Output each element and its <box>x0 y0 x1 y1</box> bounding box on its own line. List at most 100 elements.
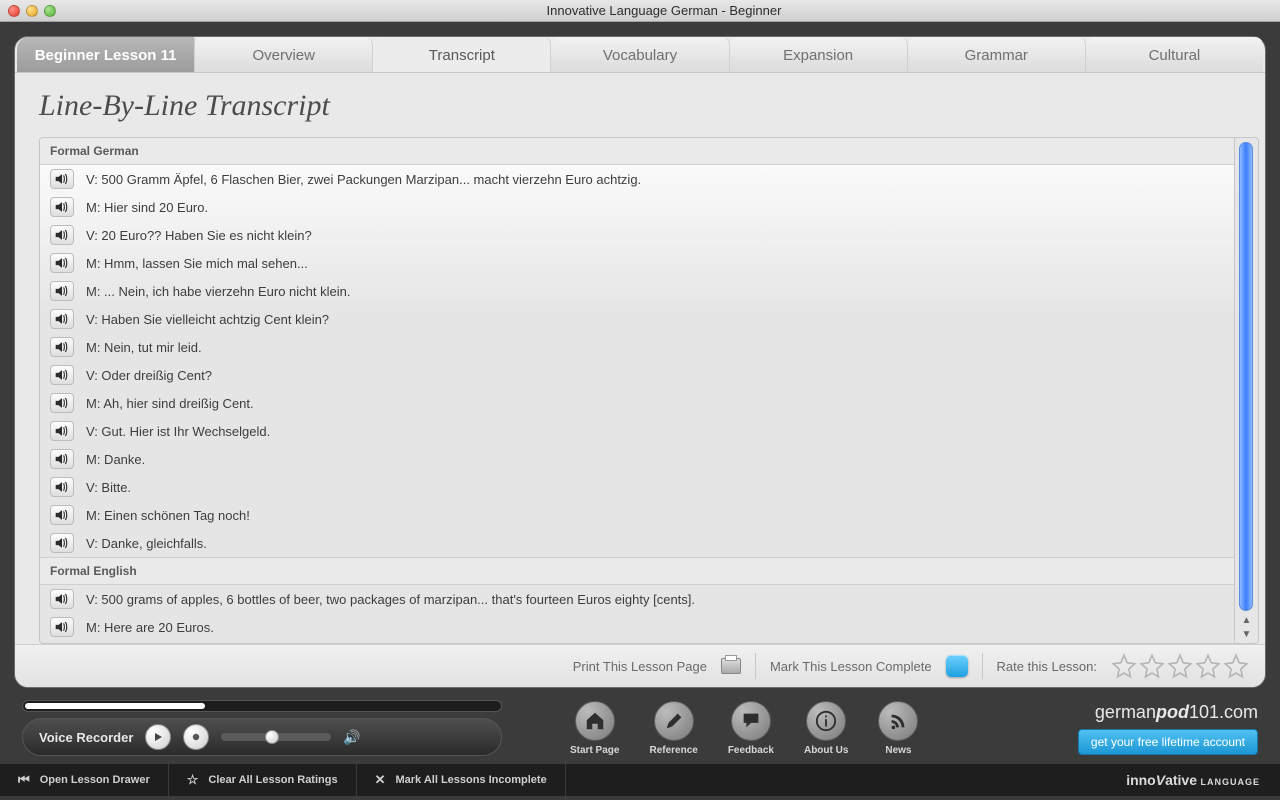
play-line-audio-button[interactable] <box>50 393 74 413</box>
scroll-down-arrow[interactable]: ▼ <box>1235 629 1258 643</box>
mark-complete-link[interactable]: Mark This Lesson Complete <box>770 659 932 674</box>
open-lesson-drawer-button[interactable]: ⏮ Open Lesson Drawer <box>0 764 169 796</box>
play-line-audio-button[interactable] <box>50 589 74 609</box>
nav-start-page[interactable]: Start Page <box>570 701 619 756</box>
play-line-audio-button[interactable] <box>50 421 74 441</box>
nav-label: News <box>885 745 911 756</box>
promo-domain: germanpod101.com <box>1095 702 1258 723</box>
tab-expansion[interactable]: Expansion <box>730 37 908 72</box>
nav-about-us[interactable]: About Us <box>804 701 848 756</box>
promo-cta-button[interactable]: get your free lifetime account <box>1078 729 1258 755</box>
play-line-audio-button[interactable] <box>50 337 74 357</box>
play-line-audio-button[interactable] <box>50 309 74 329</box>
star-2[interactable] <box>1139 653 1165 679</box>
nav-label: About Us <box>804 745 848 756</box>
transcript-line: V: Gut. Hier ist Ihr Wechselgeld. <box>40 417 1234 445</box>
pen-icon <box>654 701 694 741</box>
transcript-line-text: M: Einen schönen Tag noch! <box>86 508 250 523</box>
transcript-line: M: Hmm, lassen Sie mich mal sehen... <box>40 249 1234 277</box>
mark-incomplete-button[interactable]: ✕ Mark All Lessons Incomplete <box>357 764 566 796</box>
tab-cultural[interactable]: Cultural <box>1086 37 1263 72</box>
divider <box>982 653 983 679</box>
player-footer: Voice Recorder 🔊 Start Page Reference Feed… <box>0 692 1280 764</box>
play-line-audio-button[interactable] <box>50 197 74 217</box>
star-3[interactable] <box>1167 653 1193 679</box>
info-icon <box>806 701 846 741</box>
transcript-line: V: 20 Euro?? Haben Sie es nicht klein? <box>40 221 1234 249</box>
print-lesson-link[interactable]: Print This Lesson Page <box>573 659 707 674</box>
zoom-window-button[interactable] <box>44 5 56 17</box>
minimize-window-button[interactable] <box>26 5 38 17</box>
transcript-line: M: Ah, hier sind dreißig Cent. <box>40 389 1234 417</box>
play-line-audio-button[interactable] <box>50 477 74 497</box>
drawer-icon: ⏮ <box>18 772 30 788</box>
mark-complete-checkbox[interactable] <box>946 655 968 677</box>
nav-label: Reference <box>649 745 697 756</box>
transcript-line: V: Danke, gleichfalls. <box>40 529 1234 557</box>
audio-seek-fill <box>25 703 205 709</box>
transcript-line: M: ... Nein, ich habe vierzehn Euro nich… <box>40 277 1234 305</box>
transcript-line: M: Hier sind 20 Euro. <box>40 193 1234 221</box>
play-line-audio-button[interactable] <box>50 365 74 385</box>
tab-vocabulary[interactable]: Vocabulary <box>551 37 729 72</box>
scroll-up-arrow[interactable]: ▲ <box>1235 615 1258 629</box>
transcript-body[interactable]: Formal GermanV: 500 Gramm Äpfel, 6 Flasc… <box>39 137 1235 644</box>
voice-recorder-group: Voice Recorder 🔊 <box>22 700 502 756</box>
transcript-line-text: V: Gut. Hier ist Ihr Wechselgeld. <box>86 424 270 439</box>
transcript-line: M: Here are 20 Euros. <box>40 613 1234 641</box>
tab-grammar[interactable]: Grammar <box>908 37 1086 72</box>
scrollbar-thumb[interactable] <box>1239 142 1253 611</box>
play-line-audio-button[interactable] <box>50 505 74 525</box>
play-line-audio-button[interactable] <box>50 281 74 301</box>
rss-icon <box>878 701 918 741</box>
volume-icon: 🔊 <box>343 729 360 746</box>
play-line-audio-button[interactable] <box>50 225 74 245</box>
transcript-line-text: M: Nein, tut mir leid. <box>86 340 202 355</box>
audio-seek-bar[interactable] <box>22 700 502 712</box>
star-4[interactable] <box>1195 653 1221 679</box>
transcript-line-text: M: Hier sind 20 Euro. <box>86 200 208 215</box>
divider <box>755 653 756 679</box>
transcript-line: V: Haben Sie vielleicht achtzig Cent kle… <box>40 305 1234 333</box>
play-line-audio-button[interactable] <box>50 449 74 469</box>
tab-transcript[interactable]: Transcript <box>373 37 551 72</box>
rate-lesson-label: Rate this Lesson: <box>997 659 1097 674</box>
tab-overview[interactable]: Overview <box>195 37 373 72</box>
play-line-audio-button[interactable] <box>50 253 74 273</box>
transcript-line-text: V: Oder dreißig Cent? <box>86 368 212 383</box>
nav-news[interactable]: News <box>878 701 918 756</box>
play-button[interactable] <box>145 724 171 750</box>
transcript-line: V: 500 grams of apples, 6 bottles of bee… <box>40 585 1234 613</box>
play-line-audio-button[interactable] <box>50 617 74 637</box>
nav-reference[interactable]: Reference <box>649 701 697 756</box>
lesson-tabs: Beginner Lesson 11 Overview Transcript V… <box>15 37 1265 73</box>
play-line-audio-button[interactable] <box>50 169 74 189</box>
transcript-line-text: V: 20 Euro?? Haben Sie es nicht klein? <box>86 228 312 243</box>
transcript-line-text: M: Danke. <box>86 452 145 467</box>
nav-label: Start Page <box>570 745 619 756</box>
transcript-line-text: V: 500 grams of apples, 6 bottles of bee… <box>86 592 695 607</box>
mark-incomplete-label: Mark All Lessons Incomplete <box>396 774 547 786</box>
transcript-line: M: Nein, tut mir leid. <box>40 333 1234 361</box>
clear-ratings-label: Clear All Lesson Ratings <box>208 774 337 786</box>
nav-feedback[interactable]: Feedback <box>728 701 774 756</box>
star-5[interactable] <box>1223 653 1249 679</box>
clear-ratings-button[interactable]: ☆ Clear All Lesson Ratings <box>169 764 357 796</box>
content-area: Line-By-Line Transcript Formal GermanV: … <box>15 73 1265 644</box>
voice-recorder-controls: Voice Recorder 🔊 <box>22 718 502 756</box>
volume-handle[interactable] <box>265 730 279 744</box>
record-button[interactable] <box>183 724 209 750</box>
rating-stars <box>1111 653 1249 679</box>
printer-icon[interactable] <box>721 658 741 674</box>
x-icon: ✕ <box>375 772 386 788</box>
transcript-line-text: V: Danke, gleichfalls. <box>86 536 207 551</box>
star-1[interactable] <box>1111 653 1137 679</box>
window-title: Innovative Language German - Beginner <box>56 3 1272 18</box>
vertical-scrollbar[interactable]: ▲ ▼ <box>1235 137 1259 644</box>
close-window-button[interactable] <box>8 5 20 17</box>
promo-block: germanpod101.com get your free lifetime … <box>1078 702 1258 755</box>
app-frame: Beginner Lesson 11 Overview Transcript V… <box>0 22 1280 692</box>
play-line-audio-button[interactable] <box>50 533 74 553</box>
bottom-strip: ⏮ Open Lesson Drawer ☆ Clear All Lesson … <box>0 764 1280 796</box>
volume-slider[interactable] <box>221 733 331 741</box>
